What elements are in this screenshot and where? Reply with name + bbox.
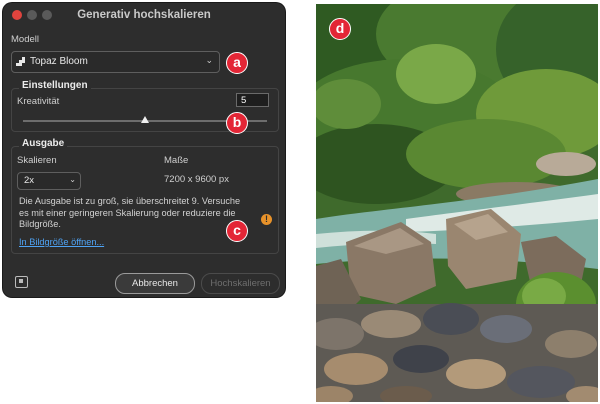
callout-a: a [226,52,248,74]
warning-icon: ! [261,214,272,225]
model-select-value: Topaz Bloom [30,56,88,67]
creativity-slider-thumb[interactable] [141,116,149,123]
model-label: Modell [11,34,39,45]
model-select[interactable]: Topaz Bloom ⌄ [11,51,220,73]
callout-d: d [329,18,351,40]
open-image-size-link[interactable]: In Bildgröße öffnen... [19,237,104,247]
upscale-button[interactable]: Hochskalieren [201,273,280,294]
model-icon [16,57,26,67]
callout-b: b [226,112,248,134]
river-landscape-image [316,4,598,402]
size-value: 7200 x 9600 px [164,174,229,185]
upscale-dialog: Generativ hochskalieren Modell Topaz Blo… [3,3,285,297]
creativity-value-field[interactable]: 5 [236,93,269,107]
preview-photo: d [316,4,598,402]
scale-select-value: 2x [24,175,35,186]
scale-select[interactable]: 2x ⌄ [17,172,81,190]
scale-label: Skalieren [17,155,57,166]
settings-heading: Einstellungen [19,80,91,91]
creativity-label: Kreativität [17,96,60,107]
output-heading: Ausgabe [19,138,68,149]
title-bar: Generativ hochskalieren [3,3,285,27]
cancel-button[interactable]: Abbrechen [115,273,195,294]
size-warning-text: Die Ausgabe ist zu groß, sie überschreit… [19,196,241,229]
chevron-down-icon: ⌄ [69,175,76,184]
callout-c: c [226,220,248,242]
size-label: Maße [164,155,189,166]
chevron-down-icon: ⌄ [205,55,213,65]
dialog-title: Generativ hochskalieren [77,9,211,21]
compare-icon[interactable] [15,276,28,288]
